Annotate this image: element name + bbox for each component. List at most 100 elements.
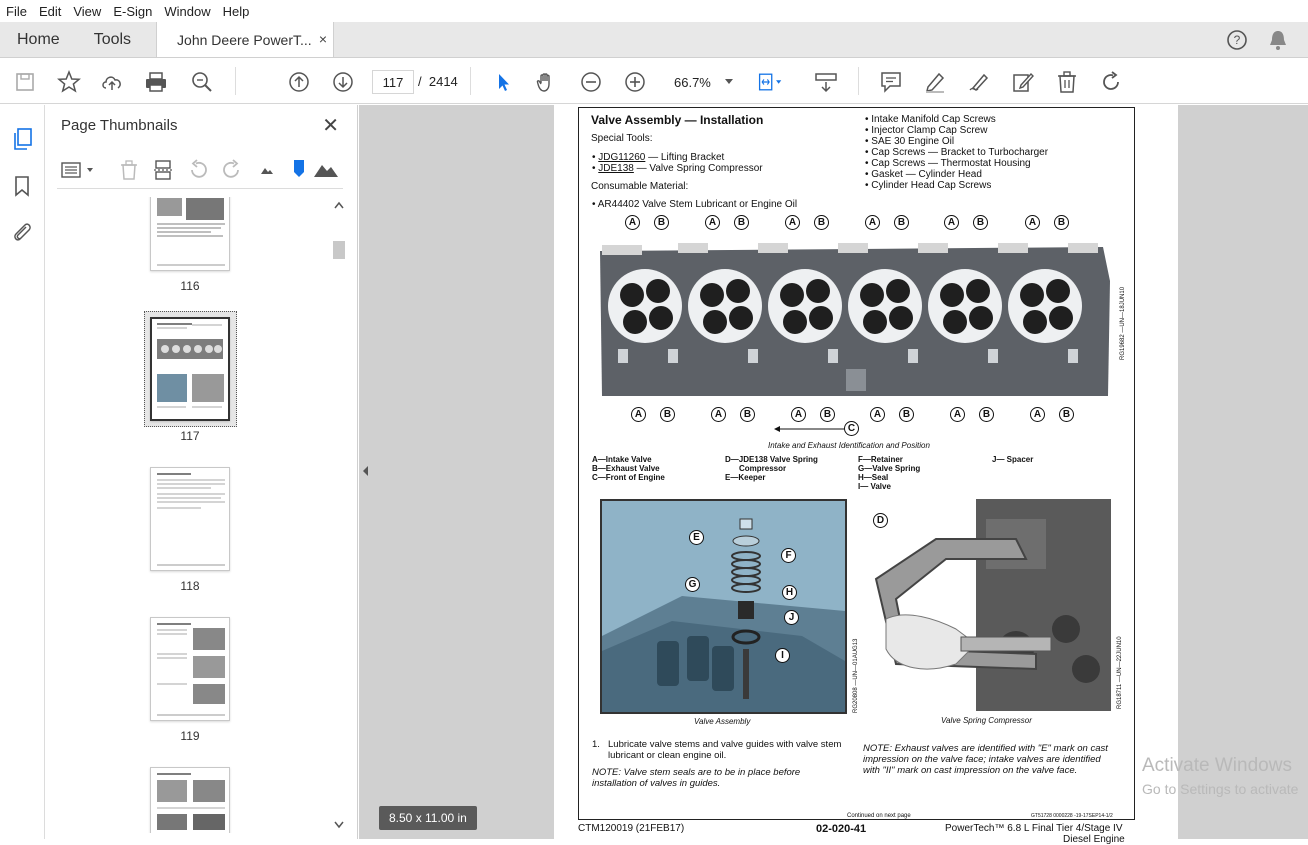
tool-code[interactable]: JDE138 — [598, 163, 634, 174]
upload-cloud-icon[interactable] — [99, 69, 125, 95]
thumbnail-slider-icon[interactable] — [293, 159, 305, 179]
thumbnail-page[interactable] — [150, 467, 230, 571]
valve-spring-compressor-figure — [866, 499, 1111, 711]
menu-window[interactable]: Window — [158, 4, 216, 19]
legend-item: F—Retainer — [858, 455, 903, 464]
rotate-icon[interactable] — [1098, 69, 1124, 95]
attachments-icon[interactable] — [11, 220, 33, 244]
callout-a: A — [631, 407, 646, 422]
thumbnail-options-icon[interactable] — [61, 161, 99, 179]
hand-tool-icon[interactable] — [533, 69, 559, 95]
page-fit-icon[interactable] — [757, 69, 783, 95]
list-item: • Cap Screws — Bracket to Turbocharger — [865, 147, 1049, 158]
callout-f: F — [781, 548, 796, 563]
rotate-left-icon[interactable] — [187, 159, 209, 181]
legend-item: D—JDE138 Valve Spring — [725, 455, 818, 464]
legend-item: G—Valve Spring — [858, 464, 921, 473]
callout-j: J — [784, 610, 799, 625]
note-1: NOTE: Valve stem seals are to be in plac… — [592, 767, 801, 789]
document-viewer[interactable]: Valve Assembly — Installation Special To… — [359, 105, 1308, 845]
list-item: • Cylinder Head Cap Screws — [865, 180, 992, 191]
collapse-panel-handle[interactable] — [359, 105, 373, 839]
scroll-mode-icon[interactable] — [813, 69, 839, 95]
tab-bar-right: ? — [1226, 22, 1308, 57]
tab-tools[interactable]: Tools — [77, 22, 148, 57]
zoom-search-icon[interactable] — [189, 69, 215, 95]
tab-home[interactable]: Home — [0, 22, 77, 57]
tool-desc: — Lifting Bracket — [645, 152, 725, 163]
thumbnail-page[interactable] — [150, 767, 230, 833]
save-icon[interactable] — [12, 69, 38, 95]
note-2: NOTE: Exhaust valves are identified with… — [863, 743, 1108, 776]
list-item-text: Cap Screws — Bracket to Turbocharger — [871, 147, 1049, 158]
page-size-indicator: 8.50 x 11.00 in — [379, 806, 477, 830]
callout-a: A — [865, 215, 880, 230]
scroll-up-icon[interactable] — [334, 201, 344, 209]
rotate-right-icon[interactable] — [221, 159, 243, 181]
help-icon[interactable]: ? — [1226, 29, 1248, 51]
left-rail — [0, 105, 45, 839]
bookmark-star-icon[interactable] — [56, 69, 82, 95]
right-list: • Intake Manifold Cap Screws • Injector … — [865, 114, 1048, 191]
legend-col-3: F—Retainer G—Valve Spring H—Seal I— Valv… — [858, 455, 920, 491]
legend-item: Compressor — [739, 464, 787, 473]
callout-a: A — [705, 215, 720, 230]
menu-bar: File Edit View E-Sign Window Help — [0, 0, 1308, 22]
delete-page-icon[interactable] — [119, 159, 139, 181]
previous-page-icon[interactable] — [286, 69, 312, 95]
list-item: • Intake Manifold Cap Screws — [865, 114, 996, 125]
menu-help[interactable]: Help — [217, 4, 256, 19]
thumbnail-small-icon[interactable] — [260, 165, 274, 175]
legend-item: J— Spacer — [992, 455, 1034, 464]
consumable-item: • AR44402 Valve Stem Lubricant or Engine… — [592, 199, 798, 210]
select-pointer-icon[interactable] — [490, 69, 516, 95]
thumbnail-page-current[interactable] — [150, 317, 230, 421]
callout-a: A — [791, 407, 806, 422]
trash-icon[interactable] — [1054, 69, 1080, 95]
footer-right-line2: Diesel Engine — [1063, 834, 1125, 845]
tab-document[interactable]: John Deere PowerT... × — [156, 22, 335, 57]
tool-code[interactable]: JDG11260 — [598, 152, 645, 163]
highlight-pen-icon[interactable] — [922, 69, 948, 95]
list-item-text: Gasket — Cylinder Head — [871, 169, 982, 180]
callout-a: A — [711, 407, 726, 422]
thumbnail-label: 116 — [180, 279, 200, 293]
page-thumbnails-icon[interactable] — [12, 127, 34, 151]
thumbnail-page[interactable] — [150, 617, 230, 721]
zoom-in-icon[interactable] — [622, 69, 648, 95]
edit-document-icon[interactable] — [1010, 69, 1036, 95]
menu-view[interactable]: View — [67, 4, 107, 19]
close-tab-icon[interactable]: × — [319, 31, 327, 47]
extract-page-icon[interactable] — [153, 159, 175, 181]
legend-col-4: J— Spacer — [992, 455, 1033, 464]
consumable-text: AR44402 Valve Stem Lubricant or Engine O… — [597, 199, 798, 210]
toolbar-separator — [235, 67, 236, 95]
special-tools-heading: Special Tools: — [591, 133, 653, 144]
thumbnail-large-icon[interactable] — [313, 160, 339, 178]
next-page-icon[interactable] — [330, 69, 356, 95]
figure-caption: Valve Assembly — [694, 717, 751, 726]
menu-esign[interactable]: E-Sign — [107, 4, 158, 19]
scroll-thumb[interactable] — [333, 241, 345, 259]
list-item-text: Cylinder Head Cap Screws — [871, 180, 992, 191]
bookmarks-icon[interactable] — [13, 175, 31, 197]
comment-icon[interactable] — [878, 69, 904, 95]
menu-file[interactable]: File — [0, 4, 33, 19]
scroll-down-icon[interactable] — [334, 821, 344, 829]
zoom-level-select[interactable]: 66.7% — [666, 70, 738, 94]
section-title: Valve Assembly — Installation — [591, 113, 764, 127]
menu-edit[interactable]: Edit — [33, 4, 67, 19]
draw-pen-icon[interactable] — [966, 69, 992, 95]
thumbnail-page[interactable] — [150, 197, 230, 271]
thumbnail-scrollbar[interactable] — [332, 197, 346, 833]
print-icon[interactable] — [143, 69, 169, 95]
list-item-text: SAE 30 Engine Oil — [871, 136, 955, 147]
close-panel-icon[interactable]: ✕ — [322, 113, 339, 138]
page-number-input[interactable]: 117 — [372, 70, 414, 94]
list-item: • SAE 30 Engine Oil — [865, 136, 955, 147]
callout-b: B — [979, 407, 994, 422]
bell-icon[interactable] — [1268, 29, 1288, 51]
zoom-out-icon[interactable] — [578, 69, 604, 95]
legend-item: B—Exhaust Valve — [592, 464, 660, 473]
callout-a: A — [950, 407, 965, 422]
